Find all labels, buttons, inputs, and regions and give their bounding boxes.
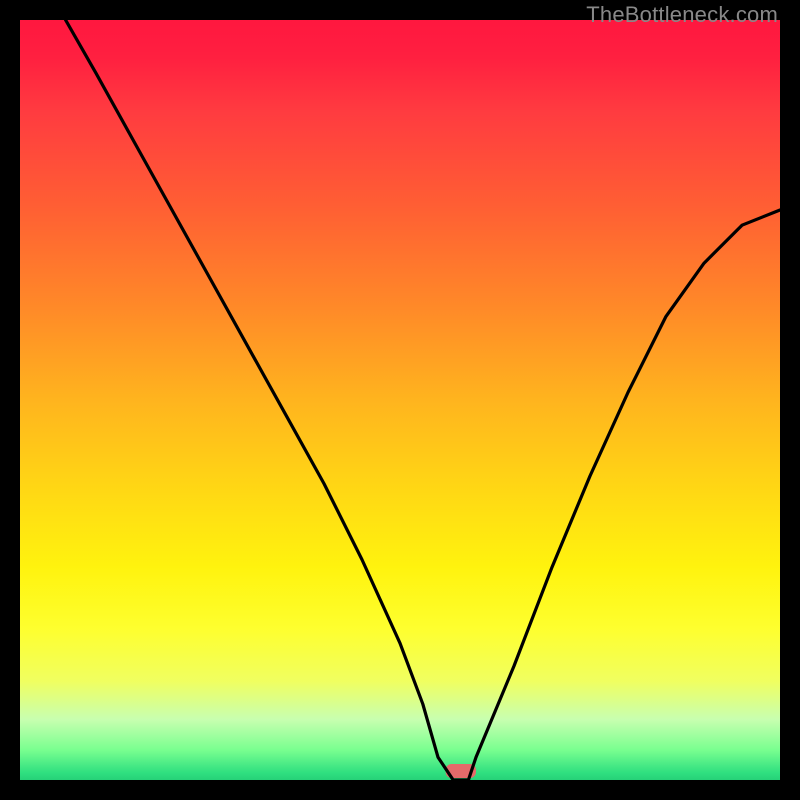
chart-svg [20,20,780,780]
plot-area [20,20,780,780]
chart-frame: TheBottleneck.com [0,0,800,800]
watermark-text: TheBottleneck.com [586,2,778,28]
bottleneck-curve [66,20,780,780]
